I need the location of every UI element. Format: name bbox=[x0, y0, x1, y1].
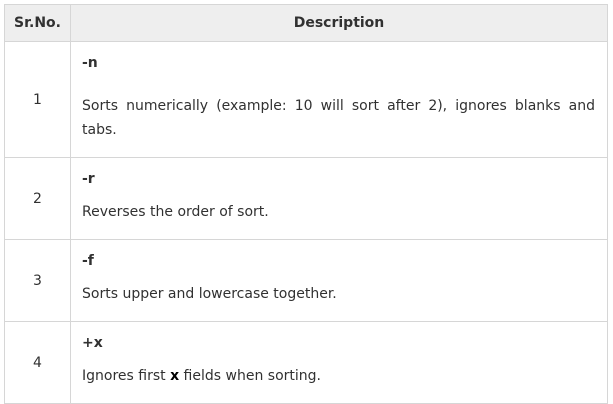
header-sr-no: Sr.No. bbox=[4, 4, 71, 42]
table-row: 2 -r Reverses the order of sort. bbox=[4, 157, 608, 240]
option-name: +x bbox=[82, 335, 103, 351]
description-cell: -n Sorts numerically (example: 10 will s… bbox=[70, 41, 608, 158]
description-text-after: fields when sorting. bbox=[179, 368, 321, 384]
option-description: Reverses the order of sort. bbox=[82, 204, 269, 220]
table-row: 1 -n Sorts numerically (example: 10 will… bbox=[4, 41, 608, 158]
option-name: -n bbox=[82, 55, 98, 71]
description-cell: -f Sorts upper and lowercase together. bbox=[70, 239, 608, 322]
options-table: Sr.No. Description 1 -n Sorts numericall… bbox=[4, 4, 608, 404]
option-description: Sorts upper and lowercase together. bbox=[82, 286, 337, 302]
option-description: Ignores first x fields when sorting. bbox=[82, 364, 595, 388]
table-row: 4 +x Ignores first x fields when sorting… bbox=[4, 321, 608, 404]
description-cell: -r Reverses the order of sort. bbox=[70, 157, 608, 240]
option-name: -f bbox=[82, 253, 94, 269]
option-name: -r bbox=[82, 171, 95, 187]
row-number: 1 bbox=[4, 41, 71, 158]
header-description: Description bbox=[70, 4, 608, 42]
description-cell: +x Ignores first x fields when sorting. bbox=[70, 321, 608, 404]
table-header-row: Sr.No. Description bbox=[4, 4, 608, 42]
description-bold-x: x bbox=[170, 368, 180, 384]
row-number: 2 bbox=[4, 157, 71, 240]
description-text-before: Ignores first bbox=[82, 368, 171, 384]
row-number: 4 bbox=[4, 321, 71, 404]
row-number: 3 bbox=[4, 239, 71, 322]
table-row: 3 -f Sorts upper and lowercase together. bbox=[4, 239, 608, 322]
option-description: Sorts numerically (example: 10 will sort… bbox=[82, 98, 595, 138]
